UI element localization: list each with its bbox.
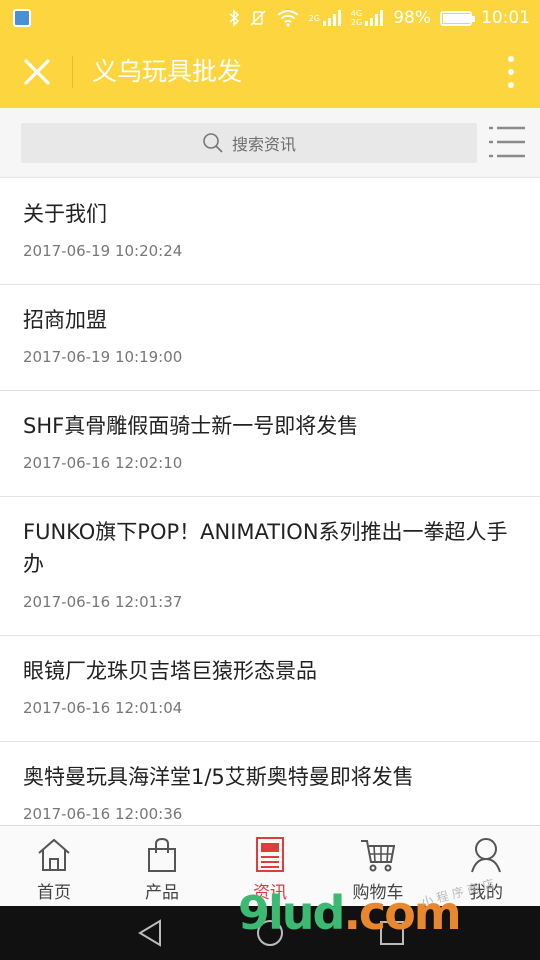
article-title: 招商加盟 [23, 308, 107, 332]
article-title: FUNKO旗下POP！ANIMATION系列推出一拳超人手办 [23, 520, 508, 576]
page-title: 义乌玩具批发 [92, 57, 243, 86]
article-title: 眼镜厂龙珠贝吉塔巨猿形态景品 [23, 659, 317, 683]
article-item[interactable]: SHF真骨雕假面骑士新一号即将发售 2017-06-16 12:02:10 [0, 391, 540, 497]
status-bar: 2G 4G 2G 98% 10:01 [0, 0, 540, 36]
newspaper-icon [256, 837, 284, 872]
signal-icon-2: 4G 2G [351, 9, 384, 27]
network-label: 2G [308, 13, 320, 23]
article-date: 2017-06-19 10:19:00 [23, 348, 183, 366]
app-header: 义乌玩具批发 [0, 36, 540, 108]
bluetooth-icon [228, 9, 240, 27]
article-date: 2017-06-16 12:01:04 [23, 699, 183, 717]
header-divider [72, 56, 73, 88]
article-item[interactable]: 奥特曼玩具海洋堂1/5艾斯奥特曼即将发售 2017-06-16 12:00:36 [0, 742, 540, 825]
vibrate-off-icon [249, 9, 267, 27]
watermark-main: 9lud [238, 886, 345, 940]
list-menu-icon [489, 126, 525, 158]
search-bar: 搜索资讯 [0, 108, 540, 178]
nav-label: 首页 [37, 883, 71, 903]
more-vertical-icon [508, 56, 514, 88]
clock: 10:01 [481, 8, 530, 28]
gallery-notification-icon [13, 9, 31, 27]
article-item[interactable]: FUNKO旗下POP！ANIMATION系列推出一拳超人手办 2017-06-1… [0, 497, 540, 636]
network-label-2g: 2G [350, 18, 363, 27]
article-title: SHF真骨雕假面骑士新一号即将发售 [23, 414, 359, 438]
battery-icon [440, 10, 475, 26]
signal-icon: 2G [309, 9, 342, 27]
article-title: 奥特曼玩具海洋堂1/5艾斯奥特曼即将发售 [23, 765, 414, 789]
nav-products[interactable]: 产品 [108, 826, 216, 906]
cart-icon [361, 840, 396, 872]
category-menu-button[interactable] [488, 124, 526, 160]
more-menu-button[interactable] [504, 54, 518, 90]
battery-percent: 98% [393, 8, 431, 28]
article-item[interactable]: 眼镜厂龙珠贝吉塔巨猿形态景品 2017-06-16 12:01:04 [0, 636, 540, 742]
close-button[interactable] [18, 53, 56, 91]
user-icon [471, 838, 501, 873]
search-placeholder: 搜索资讯 [231, 135, 296, 154]
article-item[interactable]: 关于我们 2017-06-19 10:20:24 [0, 179, 540, 285]
article-item[interactable]: 招商加盟 2017-06-19 10:19:00 [0, 285, 540, 391]
article-date: 2017-06-16 12:02:10 [23, 454, 183, 472]
article-date: 2017-06-16 12:00:36 [23, 805, 183, 823]
search-input[interactable]: 搜索资讯 [21, 123, 477, 163]
nav-label: 产品 [145, 883, 179, 903]
article-title: 关于我们 [23, 202, 107, 226]
search-icon [203, 133, 223, 153]
back-icon[interactable] [136, 918, 164, 948]
shopping-bag-icon [148, 837, 176, 872]
article-date: 2017-06-19 10:20:24 [23, 242, 183, 260]
wifi-icon [276, 9, 300, 27]
close-icon [24, 59, 50, 85]
nav-home[interactable]: 首页 [0, 826, 108, 906]
home-icon [38, 838, 70, 871]
network-label-4g: 4G [350, 9, 363, 18]
article-list: 关于我们 2017-06-19 10:20:24 招商加盟 2017-06-19… [0, 179, 540, 825]
article-date: 2017-06-16 12:01:37 [23, 593, 183, 611]
